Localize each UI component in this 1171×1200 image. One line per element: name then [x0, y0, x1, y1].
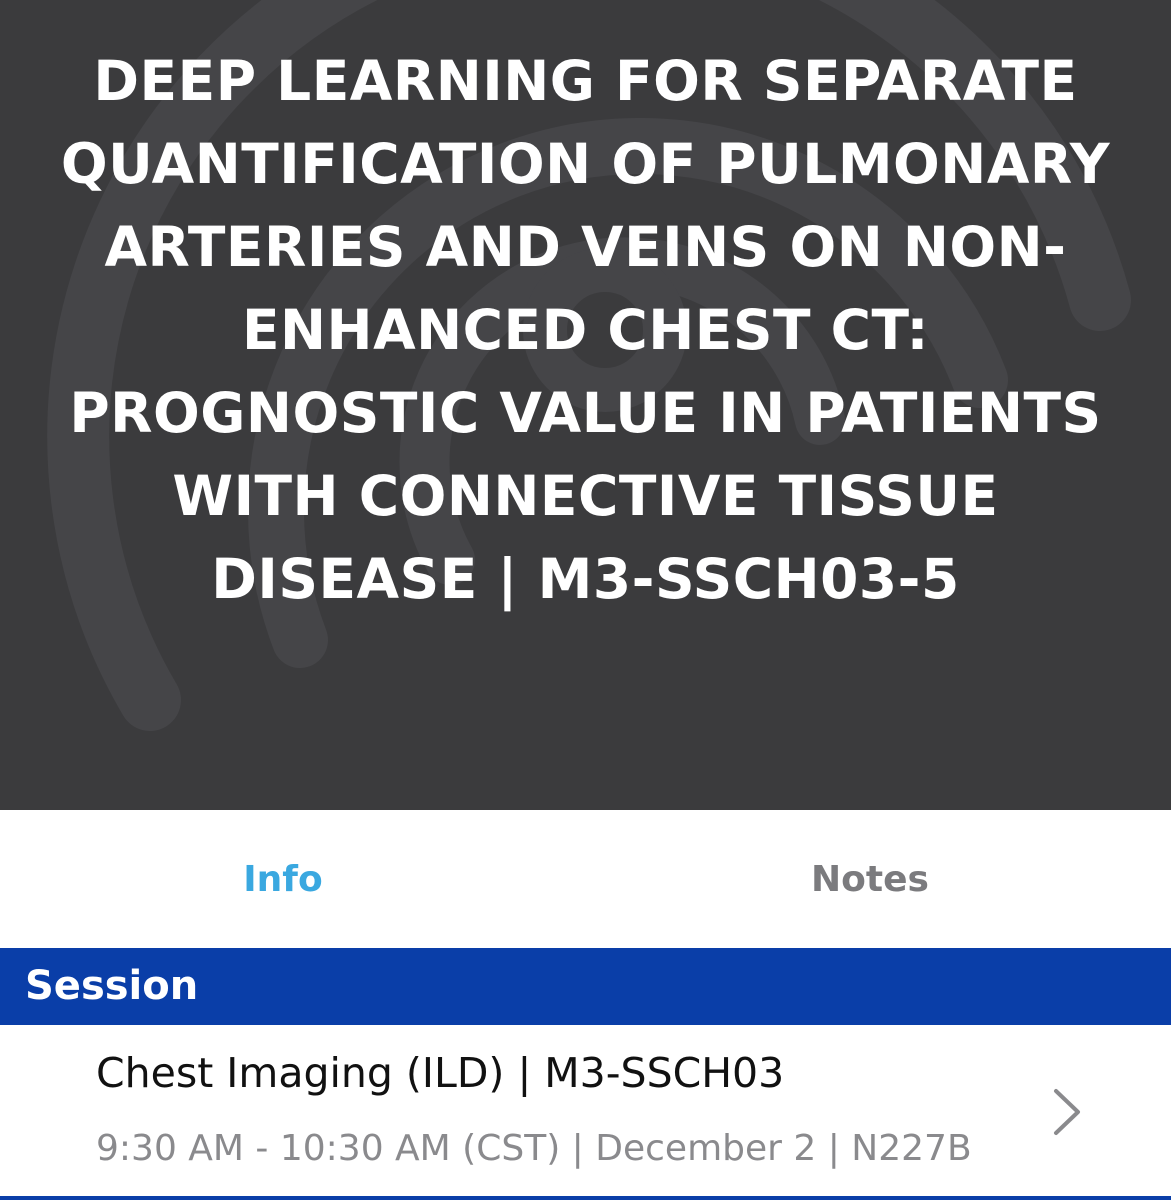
tab-notes[interactable]: Notes	[580, 810, 1160, 948]
session-detail-header: DEEP LEARNING FOR SEPARATE QUANTIFICATIO…	[0, 0, 1171, 810]
divider	[0, 1196, 1171, 1200]
tab-bar: Info Notes	[0, 810, 1171, 948]
tab-info[interactable]: Info	[0, 810, 566, 948]
session-meta: 9:30 AM - 10:30 AM (CST) | December 2 | …	[96, 1128, 972, 1169]
session-name: Chest Imaging (ILD) | M3-SSCH03	[96, 1049, 785, 1097]
chevron-right-icon	[1054, 1089, 1080, 1135]
page-title: DEEP LEARNING FOR SEPARATE QUANTIFICATIO…	[60, 49, 1111, 611]
session-list-item[interactable]: Chest Imaging (ILD) | M3-SSCH03 9:30 AM …	[0, 1025, 1171, 1200]
section-title: Session	[25, 963, 199, 1009]
section-header: Session	[0, 948, 1171, 1025]
